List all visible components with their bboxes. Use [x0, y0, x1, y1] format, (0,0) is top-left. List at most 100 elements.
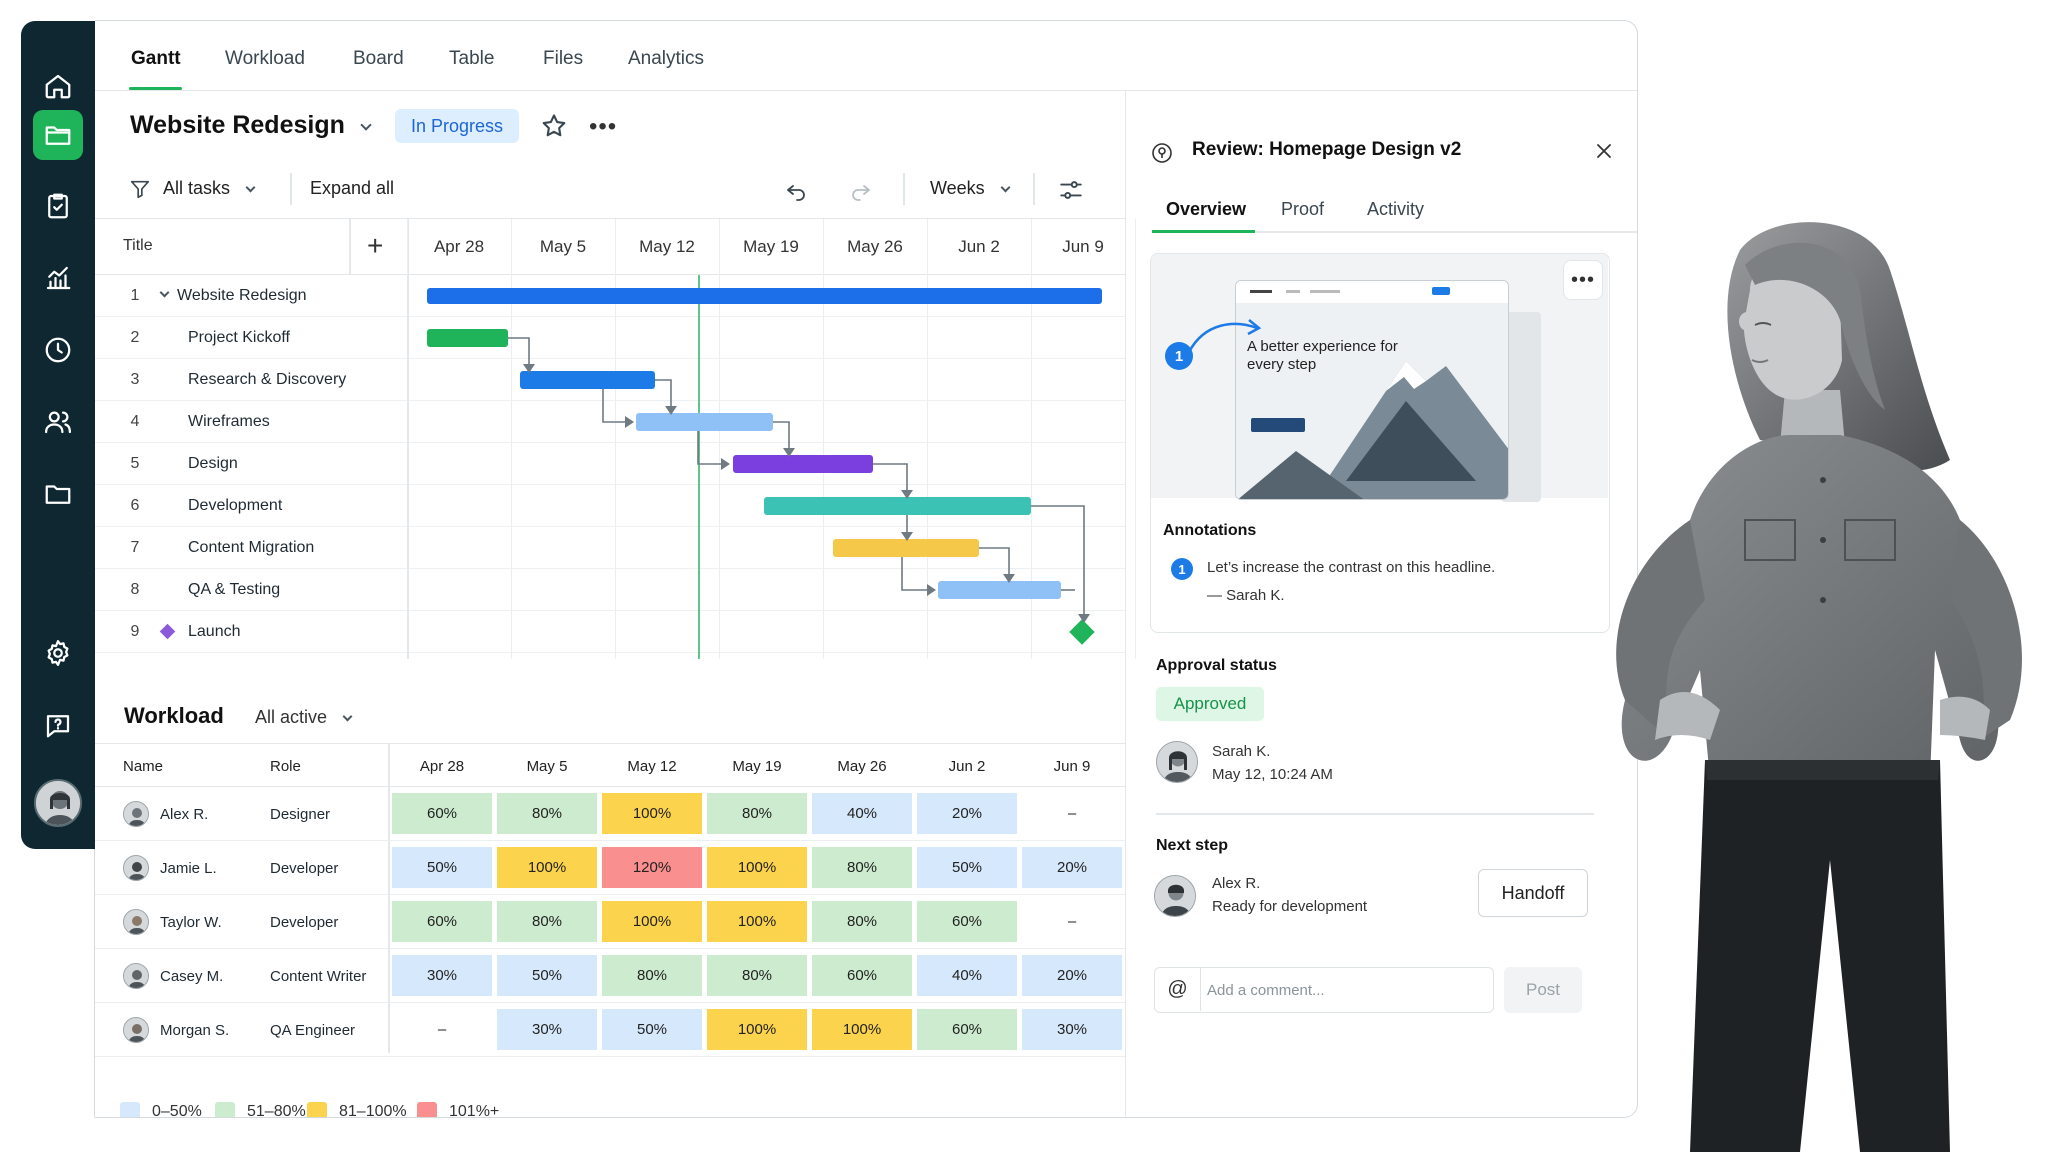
rail-files-button[interactable] — [33, 469, 83, 519]
rail-settings-button[interactable] — [33, 628, 83, 678]
sliders-icon — [1060, 181, 1082, 199]
gantt-task-row[interactable]: 9 Launch — [95, 611, 1125, 653]
tab-analytics[interactable]: Analytics — [628, 48, 704, 70]
gantt-task-row[interactable]: 8 QA & Testing — [95, 569, 1125, 611]
workload-row[interactable]: Alex R. Designer 60% 80% 100% 80% 40% 20% – — [95, 787, 1125, 841]
project-title-dropdown[interactable]: Website Redesign — [130, 111, 372, 140]
gantt-task-row[interactable]: 3 Research & Discovery — [95, 359, 1125, 401]
workload-cell[interactable]: 100% — [497, 847, 597, 888]
workload-cell[interactable]: 120% — [602, 847, 702, 888]
more-options-button[interactable]: ••• — [589, 113, 617, 141]
panel-divider — [1156, 813, 1594, 815]
workload-cell[interactable]: 30% — [497, 1009, 597, 1050]
workload-cell[interactable]: 80% — [602, 955, 702, 996]
workload-cell[interactable]: 60% — [917, 901, 1017, 942]
workload-cell[interactable]: 50% — [497, 955, 597, 996]
comment-input[interactable] — [1207, 976, 1477, 1004]
workload-cell[interactable]: 20% — [1022, 955, 1122, 996]
tab-board[interactable]: Board — [353, 48, 404, 70]
rail-tasks-button[interactable] — [33, 181, 83, 231]
user-avatar[interactable] — [34, 779, 82, 827]
mention-button[interactable]: @ — [1155, 968, 1201, 1011]
workload-cell[interactable]: 100% — [707, 847, 807, 888]
workload-cell[interactable]: 80% — [707, 955, 807, 996]
avatar-portrait-icon — [36, 781, 80, 825]
workload-cell[interactable]: 100% — [812, 1009, 912, 1050]
workload-cell[interactable]: 100% — [602, 901, 702, 942]
workload-cell[interactable]: 40% — [812, 793, 912, 834]
tab-table[interactable]: Table — [449, 48, 494, 70]
workload-cell[interactable]: – — [1022, 901, 1122, 942]
workload-cell[interactable]: 100% — [602, 793, 702, 834]
workload-cell[interactable]: 80% — [497, 793, 597, 834]
task-filter-dropdown[interactable]: All tasks — [163, 178, 256, 199]
tab-files[interactable]: Files — [543, 48, 583, 70]
panel-tab-proof[interactable]: Proof — [1281, 199, 1324, 220]
legend-item: 51–80% — [215, 1102, 306, 1117]
rail-projects-button[interactable] — [33, 110, 83, 160]
workload-week-header: May 5 — [526, 758, 568, 775]
workload-filter-dropdown[interactable]: All active — [255, 707, 353, 728]
workload-row[interactable]: Casey M. Content Writer 30% 50% 80% 80% 60% 40%… — [95, 949, 1125, 1003]
tab-workload[interactable]: Workload — [225, 48, 305, 70]
status-badge[interactable]: In Progress — [395, 109, 519, 143]
expand-all-button[interactable]: Expand all — [310, 178, 394, 199]
workload-cell[interactable]: 50% — [602, 1009, 702, 1050]
time-scale-dropdown[interactable]: Weeks — [930, 178, 1011, 199]
folder-icon — [45, 126, 71, 145]
tab-gantt[interactable]: Gantt — [131, 48, 181, 70]
close-panel-button[interactable] — [1592, 139, 1616, 168]
workload-row[interactable]: Taylor W. Developer 60% 80% 100% 100% 80% 60% – — [95, 895, 1125, 949]
gantt-header: Title + Apr 28 May 5 May 12 May 19 May 26 Jun… — [95, 219, 1125, 275]
workload-cell[interactable]: 60% — [392, 901, 492, 942]
workload-cell[interactable]: 60% — [392, 793, 492, 834]
week-header: May 26 — [847, 237, 903, 256]
workload-cell[interactable]: 50% — [917, 847, 1017, 888]
active-tab-indicator — [129, 87, 182, 90]
workload-cell[interactable]: 80% — [497, 901, 597, 942]
task-filter-label: All tasks — [163, 178, 231, 198]
rail-help-button[interactable] — [33, 700, 83, 750]
role-column-header: Role — [270, 758, 301, 775]
rail-home-button[interactable] — [33, 61, 83, 111]
workload-cell[interactable]: 100% — [707, 901, 807, 942]
rail-people-button[interactable] — [33, 397, 83, 447]
gantt-task-row[interactable]: 6 Development — [95, 485, 1125, 527]
gantt-task-row[interactable]: 5 Design — [95, 443, 1125, 485]
rail-time-button[interactable] — [33, 325, 83, 375]
workload-cell[interactable]: 40% — [917, 955, 1017, 996]
workload-cell[interactable]: 30% — [392, 955, 492, 996]
workload-cell[interactable]: 100% — [707, 1009, 807, 1050]
workload-cell[interactable]: 20% — [1022, 847, 1122, 888]
workload-row[interactable]: Morgan S. QA Engineer –30% 50% 100% 100% 60% 30… — [95, 1003, 1125, 1057]
workload-row[interactable]: Jamie L. Developer 50% 100% 120% 100% 80% 50% 20… — [95, 841, 1125, 895]
gantt-task-row[interactable]: 2 Project Kickoff — [95, 317, 1125, 359]
workload-cell[interactable]: 80% — [812, 847, 912, 888]
panel-tab-activity[interactable]: Activity — [1367, 199, 1424, 220]
redo-button[interactable] — [848, 178, 874, 207]
favorite-button[interactable] — [540, 112, 568, 145]
workload-cell[interactable]: – — [392, 1009, 492, 1050]
add-task-button[interactable]: + — [367, 232, 383, 260]
gantt-task-row[interactable]: 7 Content Migration — [95, 527, 1125, 569]
workload-cell[interactable]: 50% — [392, 847, 492, 888]
panel-tab-overview[interactable]: Overview — [1166, 199, 1246, 220]
collapse-chevron-icon[interactable] — [159, 287, 170, 298]
approval-time: May 12, 10:24 AM — [1212, 766, 1333, 783]
workload-cell[interactable]: 80% — [812, 901, 912, 942]
workload-cell[interactable]: 30% — [1022, 1009, 1122, 1050]
task-name: Project Kickoff — [188, 329, 290, 346]
workload-cell[interactable]: 80% — [707, 793, 807, 834]
view-settings-button[interactable] — [1057, 177, 1085, 208]
workload-cell[interactable]: 60% — [812, 955, 912, 996]
workload-cell[interactable]: 20% — [917, 793, 1017, 834]
view-tabs: Gantt Workload Board Table Files Analyti… — [95, 21, 1637, 91]
rail-reports-button[interactable] — [33, 253, 83, 303]
task-number: 2 — [130, 329, 140, 346]
workload-cell[interactable]: – — [1022, 793, 1122, 834]
gantt-task-row[interactable]: 4 Wireframes — [95, 401, 1125, 443]
gantt-task-row[interactable]: 1 Website Redesign — [95, 275, 1125, 317]
gear-icon — [47, 640, 69, 666]
undo-button[interactable] — [783, 178, 809, 207]
workload-cell[interactable]: 60% — [917, 1009, 1017, 1050]
